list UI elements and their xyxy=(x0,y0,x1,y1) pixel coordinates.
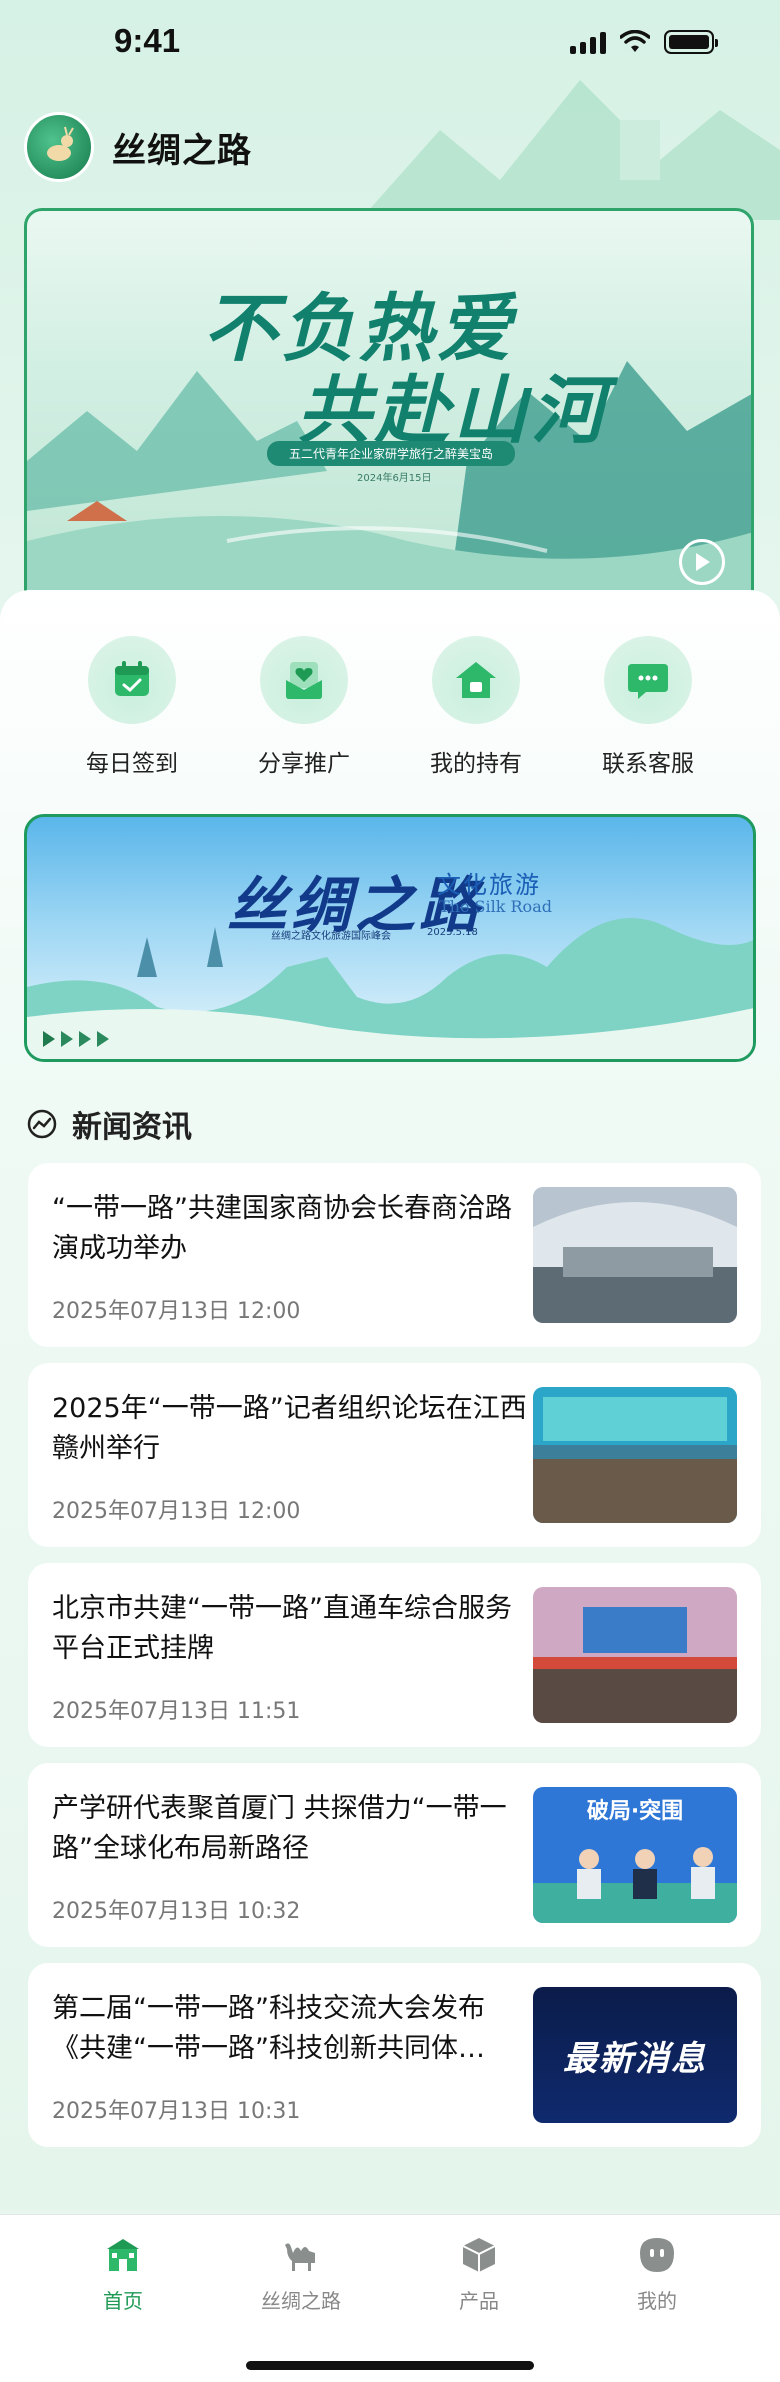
home-gate-icon xyxy=(107,2239,139,2271)
news-list: “一带一路”共建国家商协会长春商洽路演成功举办 2025年07月13日 12:0… xyxy=(28,1163,761,2163)
quick-action-share[interactable]: 分享推广 xyxy=(234,636,374,778)
news-thumbnail xyxy=(533,1587,737,1723)
tab-silk-road[interactable]: 丝绸之路 xyxy=(241,2233,361,2314)
news-headline: 产学研代表聚首厦门 共探借力“一带一路”全球化布局新路径 xyxy=(52,1793,507,1864)
quick-action-support[interactable]: 联系客服 xyxy=(578,636,718,778)
carousel-dot[interactable] xyxy=(79,1031,91,1047)
quick-action-label: 分享推广 xyxy=(258,751,350,777)
carousel-dot[interactable] xyxy=(61,1031,73,1047)
banner2-tag: 文化旅游 xyxy=(437,871,541,899)
play-icon xyxy=(696,553,710,571)
news-section-title: 新闻资讯 xyxy=(72,1110,192,1145)
carousel-dot[interactable] xyxy=(97,1031,109,1047)
trend-icon xyxy=(27,1109,57,1139)
news-item[interactable]: 第二届“一带一路”科技交流大会发布《共建“一带一路”科技创新共同体… 2025年… xyxy=(28,1963,761,2147)
ceremony-image xyxy=(533,1587,737,1723)
banner2-subtitle: 丝绸之路文化旅游国际峰会 xyxy=(271,931,391,942)
news-date: 2025年07月13日 12:00 xyxy=(52,1499,301,1524)
chat-bubble-icon xyxy=(628,664,668,699)
app-title: 丝绸之路 xyxy=(112,130,252,171)
share-heart-icon xyxy=(286,662,322,699)
house-icon xyxy=(456,662,496,698)
camel-icon xyxy=(285,2243,315,2271)
quick-action-holdings[interactable]: 我的持有 xyxy=(406,636,546,778)
conference-hall-image xyxy=(533,1187,737,1323)
tab-bar: 首页 丝绸之路 产品 我的 xyxy=(0,2214,780,2382)
profile-icon xyxy=(640,2238,674,2272)
news-date: 2025年07月13日 12:00 xyxy=(52,1299,301,1324)
deer-icon xyxy=(47,126,74,161)
thumbnail-caption: 最新消息 xyxy=(563,2038,707,2079)
tab-label: 首页 xyxy=(103,2289,143,2313)
news-thumbnail: 最新消息 xyxy=(533,1987,737,2123)
box-icon xyxy=(462,2238,496,2272)
news-thumbnail: 破局·突围 xyxy=(533,1787,737,1923)
news-thumbnail xyxy=(533,1187,737,1323)
news-date: 2025年07月13日 11:51 xyxy=(52,1699,301,1724)
tab-products[interactable]: 产品 xyxy=(419,2233,539,2314)
home-indicator xyxy=(246,2361,534,2370)
quick-action-checkin[interactable]: 每日签到 xyxy=(62,636,202,778)
calendar-check-icon xyxy=(115,661,149,696)
news-date: 2025年07月13日 10:31 xyxy=(52,2099,301,2124)
tab-home[interactable]: 首页 xyxy=(63,2233,183,2314)
news-headline: 2025年“一带一路”记者组织论坛在江西赣州举行 xyxy=(52,1393,527,1464)
news-headline: 北京市共建“一带一路”直通车综合服务平台正式挂牌 xyxy=(52,1593,512,1664)
hero-banner[interactable]: 不负热爱 共赴山河 五二代青年企业家研学旅行之醉美宝岛 2024年6月15日 xyxy=(24,208,754,608)
silk-road-banner[interactable]: 丝绸之路 文化旅游 The Silk Road 丝绸之路文化旅游国际峰会 202… xyxy=(24,814,756,1062)
play-button[interactable] xyxy=(679,539,725,585)
quick-action-label: 我的持有 xyxy=(430,751,522,777)
banner2-english-title: The Silk Road xyxy=(439,897,552,916)
tab-label: 我的 xyxy=(637,2289,677,2313)
app-header: 丝绸之路 xyxy=(24,112,252,182)
news-date: 2025年07月13日 10:32 xyxy=(52,1899,301,1924)
news-item[interactable]: 产学研代表聚首厦门 共探借力“一带一路”全球化布局新路径 2025年07月13日… xyxy=(28,1763,761,1947)
app-logo[interactable] xyxy=(24,112,94,182)
forum-stage-image xyxy=(533,1387,737,1523)
news-thumbnail xyxy=(533,1387,737,1523)
banner2-date: 2025.5.18 xyxy=(427,927,478,938)
status-time: 9:41 xyxy=(114,22,181,59)
panel-discussion-image xyxy=(533,1847,737,1923)
tab-label: 产品 xyxy=(459,2289,499,2313)
quick-action-label: 每日签到 xyxy=(86,751,178,777)
hero-date: 2024年6月15日 xyxy=(357,473,432,484)
news-item[interactable]: “一带一路”共建国家商协会长春商洽路演成功举办 2025年07月13日 12:0… xyxy=(28,1163,761,1347)
news-headline: “一带一路”共建国家商协会长春商洽路演成功举办 xyxy=(52,1193,512,1264)
tab-profile[interactable]: 我的 xyxy=(597,2233,717,2314)
news-item[interactable]: 北京市共建“一带一路”直通车综合服务平台正式挂牌 2025年07月13日 11:… xyxy=(28,1563,761,1747)
wifi-icon xyxy=(620,30,650,52)
hero-subtitle: 五二代青年企业家研学旅行之醉美宝岛 xyxy=(267,441,516,466)
signal-icon xyxy=(570,30,606,54)
status-bar: 9:41 xyxy=(0,0,780,88)
quick-actions: 每日签到 分享推广 我的持有 联系客服 xyxy=(0,636,780,778)
carousel-indicator xyxy=(43,1031,109,1047)
news-headline: 第二届“一带一路”科技交流大会发布《共建“一带一路”科技创新共同体… xyxy=(52,1993,485,2064)
news-section-header: 新闻资讯 xyxy=(26,1102,192,1146)
tab-label: 丝绸之路 xyxy=(261,2289,341,2313)
news-item[interactable]: 2025年“一带一路”记者组织论坛在江西赣州举行 2025年07月13日 12:… xyxy=(28,1363,761,1547)
quick-action-label: 联系客服 xyxy=(602,751,694,777)
carousel-dot[interactable] xyxy=(43,1031,55,1047)
battery-icon xyxy=(664,30,718,54)
